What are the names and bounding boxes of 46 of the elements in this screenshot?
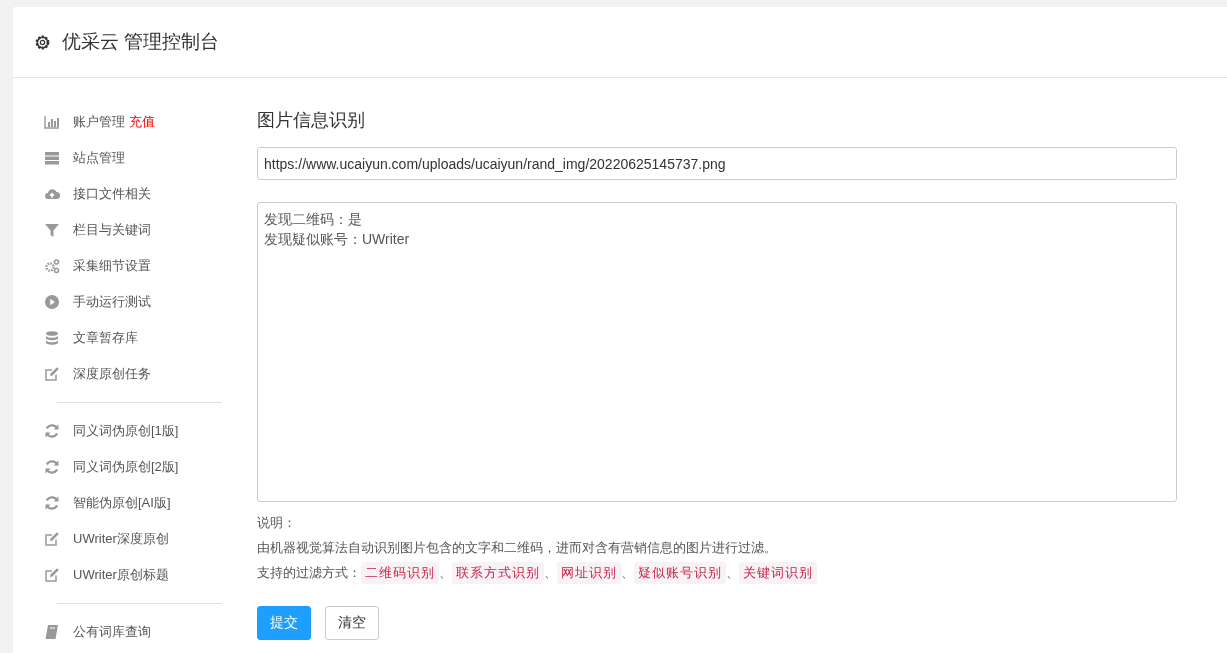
clear-button[interactable]: 清空	[325, 606, 379, 640]
sidebar-item[interactable]: 账户管理	[73, 113, 125, 131]
filter-tag: 网址识别	[557, 562, 621, 584]
bar-chart-icon	[44, 114, 60, 130]
sidebar-item[interactable]: 接口文件相关	[73, 185, 151, 203]
refresh-icon	[44, 459, 60, 475]
refresh-icon	[44, 495, 60, 511]
settings-icon	[34, 33, 51, 51]
sidebar-item[interactable]: 公有词库查询	[73, 623, 151, 641]
filter-tag: 疑似账号识别	[634, 562, 726, 584]
sidebar-item[interactable]: 采集细节设置	[73, 257, 151, 275]
url-input-field[interactable]: https://www.ucaiyun.com/uploads/ucaiyun/rand_img/20220625145737.png	[257, 147, 1177, 180]
book-icon	[44, 624, 60, 640]
note-label: 说明：	[257, 514, 297, 532]
separator-text: 、	[439, 564, 452, 582]
edit-icon	[44, 366, 60, 382]
sidebar-item[interactable]: 栏目与关键词	[73, 221, 151, 239]
sidebar-item[interactable]: 深度原创任务	[73, 365, 151, 383]
separator-text: 、	[544, 564, 557, 582]
console-title: 优采云 管理控制台	[62, 30, 220, 54]
panel-title: 图片信息识别	[257, 109, 366, 132]
sidebar-item[interactable]: UWriter深度原创	[73, 530, 169, 548]
edit-icon	[44, 567, 60, 583]
recharge-link[interactable]: 充值	[129, 113, 155, 131]
sidebar-item[interactable]: 同义词伪原创[1版]	[73, 422, 179, 440]
result-text-area[interactable]: 发现二维码：是 发现疑似账号：UWriter	[257, 202, 1177, 502]
separator-text: 、	[621, 564, 634, 582]
description-text: 由机器视觉算法自动识别图片包含的文字和二维码，进而对含有营销信息的图片进行过滤。	[257, 539, 778, 557]
sidebar-item[interactable]: 文章暂存库	[73, 329, 138, 347]
refresh-icon	[44, 423, 60, 439]
sidebar-item[interactable]: 智能伪原创[AI版]	[73, 494, 171, 512]
filter-tag: 关键词识别	[739, 562, 817, 584]
filters-label: 支持的过滤方式：	[257, 564, 361, 582]
server-icon	[44, 150, 60, 166]
filter-tag: 二维码识别	[361, 562, 439, 584]
filter-tag: 联系方式识别	[452, 562, 544, 584]
cloud-upload-icon	[44, 186, 60, 202]
sidebar-item[interactable]: 同义词伪原创[2版]	[73, 458, 179, 476]
separator-text: 、	[726, 564, 739, 582]
database-icon	[44, 330, 60, 346]
sidebar-item[interactable]: 手动运行测试	[73, 293, 151, 311]
play-icon	[44, 294, 60, 310]
edit-icon	[44, 531, 60, 547]
sidebar-item[interactable]: UWriter原创标题	[73, 566, 169, 584]
filter-icon	[44, 222, 60, 238]
sidebar-item[interactable]: 站点管理	[73, 149, 125, 167]
